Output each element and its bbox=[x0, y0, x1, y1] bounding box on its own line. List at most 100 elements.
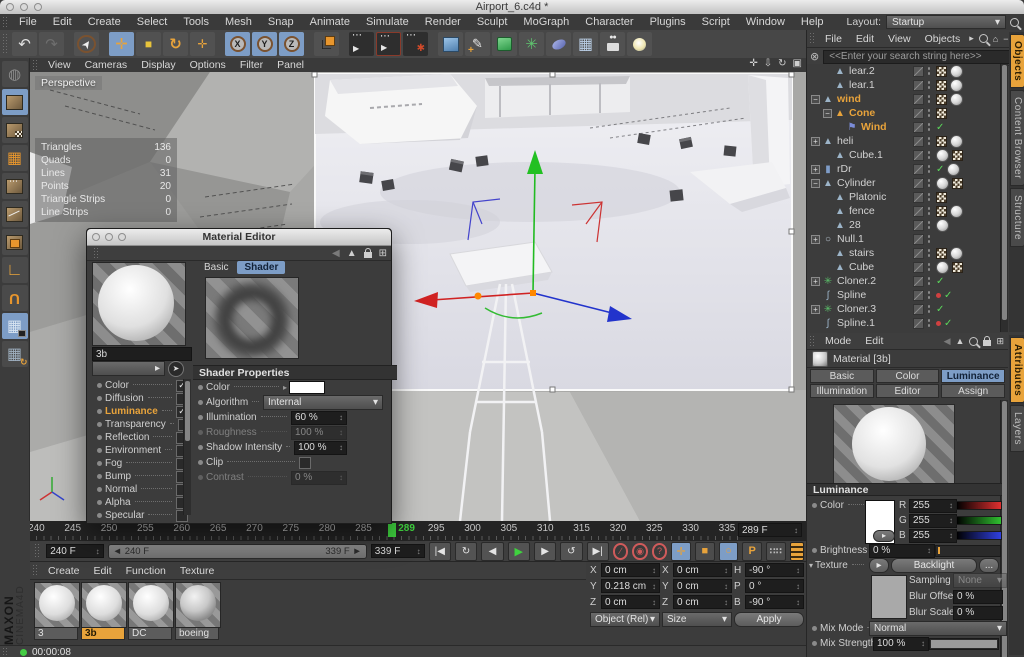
clear-search-icon[interactable]: ⊗ bbox=[810, 50, 819, 63]
brightness-field[interactable]: 0 %↕ bbox=[869, 544, 935, 558]
timeline-window-icon[interactable] bbox=[790, 542, 804, 561]
panel-tab-attributes[interactable]: Attributes bbox=[1010, 337, 1024, 403]
layer-square-icon[interactable] bbox=[913, 94, 924, 105]
render-view-icon[interactable] bbox=[349, 32, 374, 56]
attribute-material-preview[interactable] bbox=[833, 404, 955, 484]
menu-file[interactable]: File bbox=[11, 16, 45, 28]
material-tag-icon[interactable] bbox=[950, 135, 963, 148]
layer-square-icon[interactable] bbox=[913, 150, 924, 161]
enabled-check-icon[interactable]: ✓ bbox=[944, 318, 952, 329]
snap-magnet-icon[interactable] bbox=[2, 285, 28, 311]
drag-handle-icon[interactable] bbox=[809, 32, 816, 46]
clip-checkbox[interactable] bbox=[299, 457, 311, 469]
object-row-null-1[interactable]: +○Null.1 bbox=[807, 232, 1002, 246]
minimize-icon[interactable]: − bbox=[1003, 34, 1008, 44]
stepper-icon[interactable]: ↕ bbox=[339, 443, 343, 452]
key-pla-toggle[interactable]: ∷∷ bbox=[766, 542, 786, 561]
expand-icon[interactable]: + bbox=[811, 277, 820, 286]
layer-square-icon[interactable] bbox=[913, 206, 924, 217]
visibility-dots-icon[interactable] bbox=[927, 192, 931, 202]
object-row-28[interactable]: ▲28 bbox=[807, 218, 1002, 232]
enabled-check-icon[interactable]: ✓ bbox=[944, 290, 952, 301]
texture-tag-icon[interactable] bbox=[936, 66, 947, 77]
model-mode-icon[interactable] bbox=[2, 89, 28, 115]
visibility-dots-icon[interactable] bbox=[927, 94, 931, 104]
material-tag-icon[interactable] bbox=[950, 65, 963, 78]
workplane-lock-icon[interactable] bbox=[2, 341, 28, 367]
object-menu-objects[interactable]: Objects bbox=[918, 33, 968, 45]
object-name[interactable]: Cloner.2 bbox=[837, 275, 876, 287]
current-frame-marker[interactable] bbox=[388, 523, 396, 537]
object-name[interactable]: Wind bbox=[861, 121, 887, 133]
texture-tag-icon[interactable] bbox=[936, 108, 947, 119]
channel-row-normal[interactable]: Normal bbox=[92, 483, 188, 496]
record-keyframe-button[interactable]: ∕ bbox=[613, 543, 628, 560]
coord-field-rotation-p[interactable]: 0 °↕ bbox=[745, 579, 804, 593]
object-name[interactable]: Spline.1 bbox=[837, 317, 875, 329]
layer-square-icon[interactable] bbox=[913, 276, 924, 287]
menu-select[interactable]: Select bbox=[129, 16, 176, 28]
material-menu-texture[interactable]: Texture bbox=[173, 565, 221, 577]
camera-label[interactable]: Perspective bbox=[35, 76, 102, 90]
material-menu-create[interactable]: Create bbox=[41, 565, 87, 577]
add-deformer-icon[interactable] bbox=[546, 32, 571, 56]
stepper-icon[interactable]: ↕ bbox=[652, 582, 656, 591]
color-b-gradient[interactable] bbox=[956, 531, 1002, 540]
edges-mode-icon[interactable] bbox=[2, 201, 28, 227]
material-menu-edit[interactable]: Edit bbox=[87, 565, 119, 577]
object-name[interactable]: fence bbox=[849, 205, 875, 217]
texture-tag-icon[interactable] bbox=[952, 262, 963, 273]
blur-scale-field[interactable]: 0 % bbox=[953, 606, 1003, 620]
object-row-cube-1[interactable]: ▲Cube.1 bbox=[807, 148, 1002, 162]
range-start-field[interactable]: 240 F↕ bbox=[46, 544, 103, 558]
previous-frame-button[interactable]: ◀ bbox=[481, 542, 503, 561]
stepper-icon[interactable]: ↕ bbox=[794, 526, 798, 535]
attribute-menu-mode[interactable]: Mode bbox=[818, 335, 858, 347]
object-name[interactable]: wind bbox=[837, 93, 861, 105]
object-row-wind[interactable]: −▲wind bbox=[807, 92, 1002, 106]
menu-simulate[interactable]: Simulate bbox=[358, 16, 417, 28]
live-selection-icon[interactable] bbox=[74, 32, 99, 56]
add-camera-icon[interactable] bbox=[600, 32, 625, 56]
object-name[interactable]: Cylinder bbox=[837, 177, 876, 189]
material-tag-icon[interactable] bbox=[936, 261, 949, 274]
sculpt-icon[interactable] bbox=[2, 61, 28, 87]
render-picture-viewer-icon[interactable] bbox=[376, 32, 401, 56]
material-thumb-boeing[interactable]: boeing bbox=[175, 582, 219, 640]
add-generator-icon[interactable] bbox=[492, 32, 517, 56]
drag-handle-icon[interactable] bbox=[809, 335, 816, 348]
visibility-dots-icon[interactable] bbox=[927, 220, 931, 230]
visibility-dots-icon[interactable] bbox=[927, 122, 931, 132]
coord-field-size-y[interactable]: 0 cm↕ bbox=[673, 579, 732, 593]
object-row-lear-2[interactable]: ▲lear.2 bbox=[807, 64, 1002, 78]
mix-strength-slider[interactable] bbox=[929, 638, 999, 650]
material-tag-icon[interactable] bbox=[950, 205, 963, 218]
color-r-gradient[interactable] bbox=[956, 501, 1002, 510]
attribute-tab-illumination[interactable]: Illumination bbox=[810, 384, 874, 398]
search-icon[interactable] bbox=[979, 34, 988, 43]
stepper-icon[interactable]: ↕ bbox=[724, 566, 728, 575]
menu-render[interactable]: Render bbox=[417, 16, 469, 28]
menu-window[interactable]: Window bbox=[738, 16, 793, 28]
layer-square-icon[interactable] bbox=[913, 178, 924, 189]
panel-tab-objects[interactable]: Objects bbox=[1010, 34, 1024, 88]
object-row-lear-1[interactable]: ▲lear.1 bbox=[807, 78, 1002, 92]
channel-row-specular[interactable]: Specular bbox=[92, 509, 188, 522]
coord-dropdown-size[interactable]: Size▾ bbox=[662, 612, 732, 627]
more-menu-icon[interactable]: ▸ bbox=[969, 33, 974, 44]
menu-character[interactable]: Character bbox=[577, 16, 641, 28]
texture-tag-icon[interactable] bbox=[936, 80, 947, 91]
visibility-dots-icon[interactable] bbox=[927, 80, 931, 90]
play-backwards-button[interactable]: ↺ bbox=[560, 542, 582, 561]
red-dot-icon[interactable] bbox=[936, 293, 941, 298]
panel-tab-structure[interactable]: Structure bbox=[1010, 188, 1024, 247]
attribute-tab-editor[interactable]: Editor bbox=[876, 384, 940, 398]
stepper-icon[interactable]: ↕ bbox=[724, 582, 728, 591]
visibility-dots-icon[interactable] bbox=[927, 262, 931, 272]
object-name[interactable]: 28 bbox=[849, 219, 861, 231]
menu-tools[interactable]: Tools bbox=[175, 16, 217, 28]
play-button[interactable]: ▶ bbox=[508, 542, 530, 561]
object-row-wind[interactable]: ⚑Wind✓ bbox=[807, 120, 1002, 134]
object-name[interactable]: heli bbox=[837, 135, 853, 147]
expand-icon[interactable]: + bbox=[811, 235, 820, 244]
